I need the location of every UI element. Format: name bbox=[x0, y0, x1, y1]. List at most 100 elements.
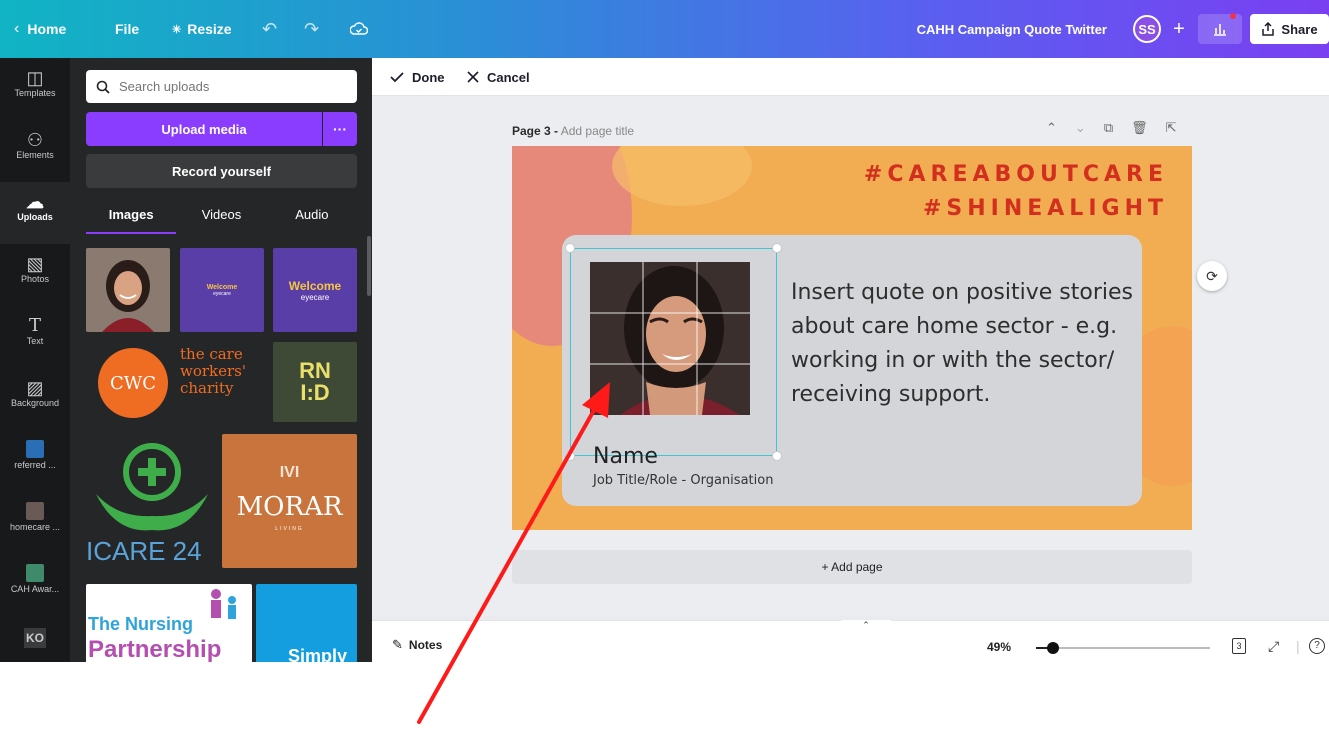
resize-handle[interactable] bbox=[565, 451, 575, 461]
upload-thumb-welcome[interactable]: Welcome eyecare bbox=[273, 248, 357, 332]
share-icon bbox=[1262, 22, 1275, 36]
add-page-button[interactable]: + Add page bbox=[512, 550, 1192, 584]
share-button[interactable]: Share bbox=[1250, 14, 1329, 44]
document-title[interactable]: CAHH Campaign Quote Twitter bbox=[917, 0, 1107, 58]
upload-media-button[interactable]: Upload media bbox=[86, 112, 322, 146]
resize-button[interactable]: ✳ Resize bbox=[172, 0, 232, 58]
help-icon[interactable]: ? bbox=[1309, 638, 1325, 654]
rail-item-photos[interactable]: ▧ Photos bbox=[0, 244, 70, 306]
rail-item-uploads[interactable]: ☁ Uploads bbox=[0, 182, 70, 244]
undo-icon[interactable]: ↶ bbox=[262, 0, 277, 58]
media-tabs: Images Videos Audio bbox=[86, 198, 357, 234]
cwc-text: the care workers' charity bbox=[180, 345, 246, 397]
folder-thumb bbox=[26, 564, 44, 582]
divider: | bbox=[1296, 638, 1300, 654]
profile-photo[interactable] bbox=[590, 262, 750, 415]
background-shape bbox=[612, 146, 752, 206]
page-count-icon[interactable]: 3 bbox=[1232, 638, 1246, 654]
cloud-saved-icon[interactable] bbox=[350, 0, 368, 58]
uploads-icon: ☁ bbox=[26, 192, 44, 212]
elements-icon: ⚇ bbox=[26, 130, 44, 150]
top-bar: ‹ Home File ✳ Resize ↶ ↷ CAHH Campaign Q… bbox=[0, 0, 1329, 58]
zoom-slider-track[interactable] bbox=[1036, 647, 1210, 649]
duplicate-page-icon[interactable]: ⧉ bbox=[1104, 120, 1113, 136]
page-title-bar[interactable]: Page 3 - Add page title bbox=[512, 124, 634, 138]
check-icon bbox=[390, 72, 404, 83]
uploads-gallery: Welcome eyecare Welcome eyecare CWC the … bbox=[86, 248, 357, 662]
record-yourself-button[interactable]: Record yourself bbox=[86, 154, 357, 188]
photos-icon: ▧ bbox=[26, 254, 44, 274]
side-rail: ◫ Templates ⚇ Elements ☁ Uploads ▧ Photo… bbox=[0, 58, 70, 662]
delete-page-icon[interactable]: 🗑 bbox=[1131, 120, 1148, 136]
notes-button[interactable]: ✎ Notes bbox=[392, 637, 442, 653]
upload-thumb-simply[interactable]: Simply bbox=[256, 584, 357, 662]
icare-logo bbox=[96, 443, 208, 531]
bar-chart-icon bbox=[1214, 24, 1226, 36]
rail-item-templates[interactable]: ◫ Templates bbox=[0, 58, 70, 120]
tab-audio[interactable]: Audio bbox=[267, 198, 357, 234]
person-name[interactable]: Name bbox=[593, 444, 658, 469]
rail-item-folder[interactable]: CAH Awar... bbox=[0, 554, 70, 616]
chevron-left-icon: ‹ bbox=[14, 20, 20, 37]
hashtag-shinealight[interactable]: #SHINEALIGHT bbox=[923, 196, 1168, 221]
rail-item-text[interactable]: T Text bbox=[0, 306, 70, 368]
background-icon: ▨ bbox=[26, 378, 44, 398]
resize-handle[interactable] bbox=[772, 243, 782, 253]
notification-dot bbox=[1230, 13, 1236, 19]
morar-mark: IVI bbox=[279, 464, 300, 481]
resize-icon: ✳ bbox=[172, 23, 182, 36]
upload-thumb-portrait[interactable] bbox=[86, 248, 170, 332]
tab-videos[interactable]: Videos bbox=[176, 198, 266, 234]
hashtag-careaboutcare[interactable]: #CAREABOUTCARE bbox=[864, 162, 1168, 187]
person-role[interactable]: Job Title/Role - Organisation bbox=[593, 473, 773, 488]
done-button[interactable]: Done bbox=[390, 58, 445, 96]
redo-icon[interactable]: ↷ bbox=[304, 0, 319, 58]
upload-thumb-nursing[interactable]: The Nursing Partnership bbox=[86, 584, 252, 662]
upload-thumb-welcome[interactable]: Welcome eyecare bbox=[180, 248, 264, 332]
resize-handle[interactable] bbox=[565, 243, 575, 253]
search-icon bbox=[96, 80, 110, 94]
expand-pages-button[interactable]: ⌃ bbox=[836, 620, 896, 632]
rail-item-folder[interactable]: KO bbox=[0, 624, 70, 662]
more-options-button[interactable]: ··· bbox=[323, 112, 357, 146]
upload-thumb-morar[interactable]: IVI MORAR LIVING bbox=[222, 434, 357, 568]
page-tools: ⌃ ⌄ ⧉ 🗑 ⇱ bbox=[1046, 120, 1177, 136]
rotate-icon[interactable]: ⟳ bbox=[1197, 261, 1227, 291]
folder-thumb bbox=[26, 440, 44, 458]
add-collaborator-icon[interactable]: + bbox=[1166, 16, 1192, 42]
insights-button[interactable] bbox=[1198, 14, 1242, 44]
rail-item-elements[interactable]: ⚇ Elements bbox=[0, 120, 70, 182]
home-button[interactable]: ‹ Home bbox=[14, 0, 66, 58]
fullscreen-icon[interactable]: ⤢ bbox=[1268, 638, 1279, 655]
add-page-icon[interactable]: ⇱ bbox=[1166, 120, 1177, 136]
tab-images[interactable]: Images bbox=[86, 198, 177, 234]
close-icon bbox=[467, 71, 479, 83]
file-menu[interactable]: File bbox=[115, 0, 139, 58]
templates-icon: ◫ bbox=[26, 68, 44, 88]
portrait-image bbox=[590, 262, 750, 415]
cwc-logo: CWC bbox=[98, 348, 168, 418]
portrait-image bbox=[86, 248, 170, 332]
search-input[interactable] bbox=[119, 79, 339, 94]
quote-text[interactable]: Insert quote on positive stories about c… bbox=[791, 276, 1141, 412]
notes-icon: ✎ bbox=[392, 637, 403, 652]
rail-item-folder[interactable]: referred ... bbox=[0, 430, 70, 492]
rail-item-background[interactable]: ▨ Background bbox=[0, 368, 70, 430]
upload-thumb-rnid[interactable]: RN I:D bbox=[273, 342, 357, 422]
chevron-down-icon[interactable]: ⌄ bbox=[1075, 120, 1086, 136]
zoom-level[interactable]: 49% bbox=[987, 640, 1011, 654]
search-box[interactable] bbox=[86, 70, 357, 103]
canva-editor: ‹ Home File ✳ Resize ↶ ↷ CAHH Campaign Q… bbox=[0, 0, 1329, 662]
uploads-panel: Upload media ··· Record yourself Images … bbox=[70, 58, 372, 662]
family-icon bbox=[211, 589, 236, 619]
cancel-button[interactable]: Cancel bbox=[467, 58, 530, 96]
rail-item-folder[interactable]: homecare ... bbox=[0, 492, 70, 554]
chevron-up-icon[interactable]: ⌃ bbox=[1046, 120, 1057, 136]
folder-thumb bbox=[26, 502, 44, 520]
upload-thumb-icare[interactable]: ICARE 24 bbox=[86, 434, 214, 574]
avatar[interactable]: SS bbox=[1133, 15, 1161, 43]
upload-thumb-cwc[interactable]: CWC the care workers' charity bbox=[86, 342, 264, 428]
panel-scrollbar[interactable] bbox=[367, 236, 371, 296]
text-icon: T bbox=[28, 315, 41, 336]
resize-handle[interactable] bbox=[772, 451, 782, 461]
